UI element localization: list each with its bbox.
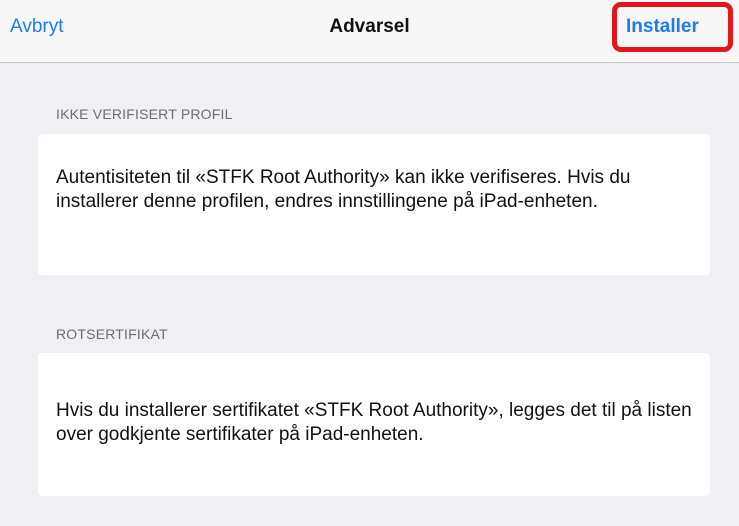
unverified-profile-card: Autentisiteten til «STFK Root Authority»… bbox=[38, 134, 710, 275]
root-certificate-card: Hvis du installerer sertifikatet «STFK R… bbox=[38, 353, 710, 496]
install-button[interactable]: Installer bbox=[626, 16, 699, 38]
navigation-bar: Avbryt Advarsel Installer bbox=[0, 0, 739, 63]
unverified-profile-message: Autentisiteten til «STFK Root Authority»… bbox=[56, 167, 631, 212]
section-header-root-certificate: ROTSERTIFIKAT bbox=[56, 326, 168, 342]
section-header-unverified-profile: IKKE VERIFISERT PROFIL bbox=[56, 106, 233, 122]
root-certificate-message: Hvis du installerer sertifikatet «STFK R… bbox=[56, 400, 692, 445]
